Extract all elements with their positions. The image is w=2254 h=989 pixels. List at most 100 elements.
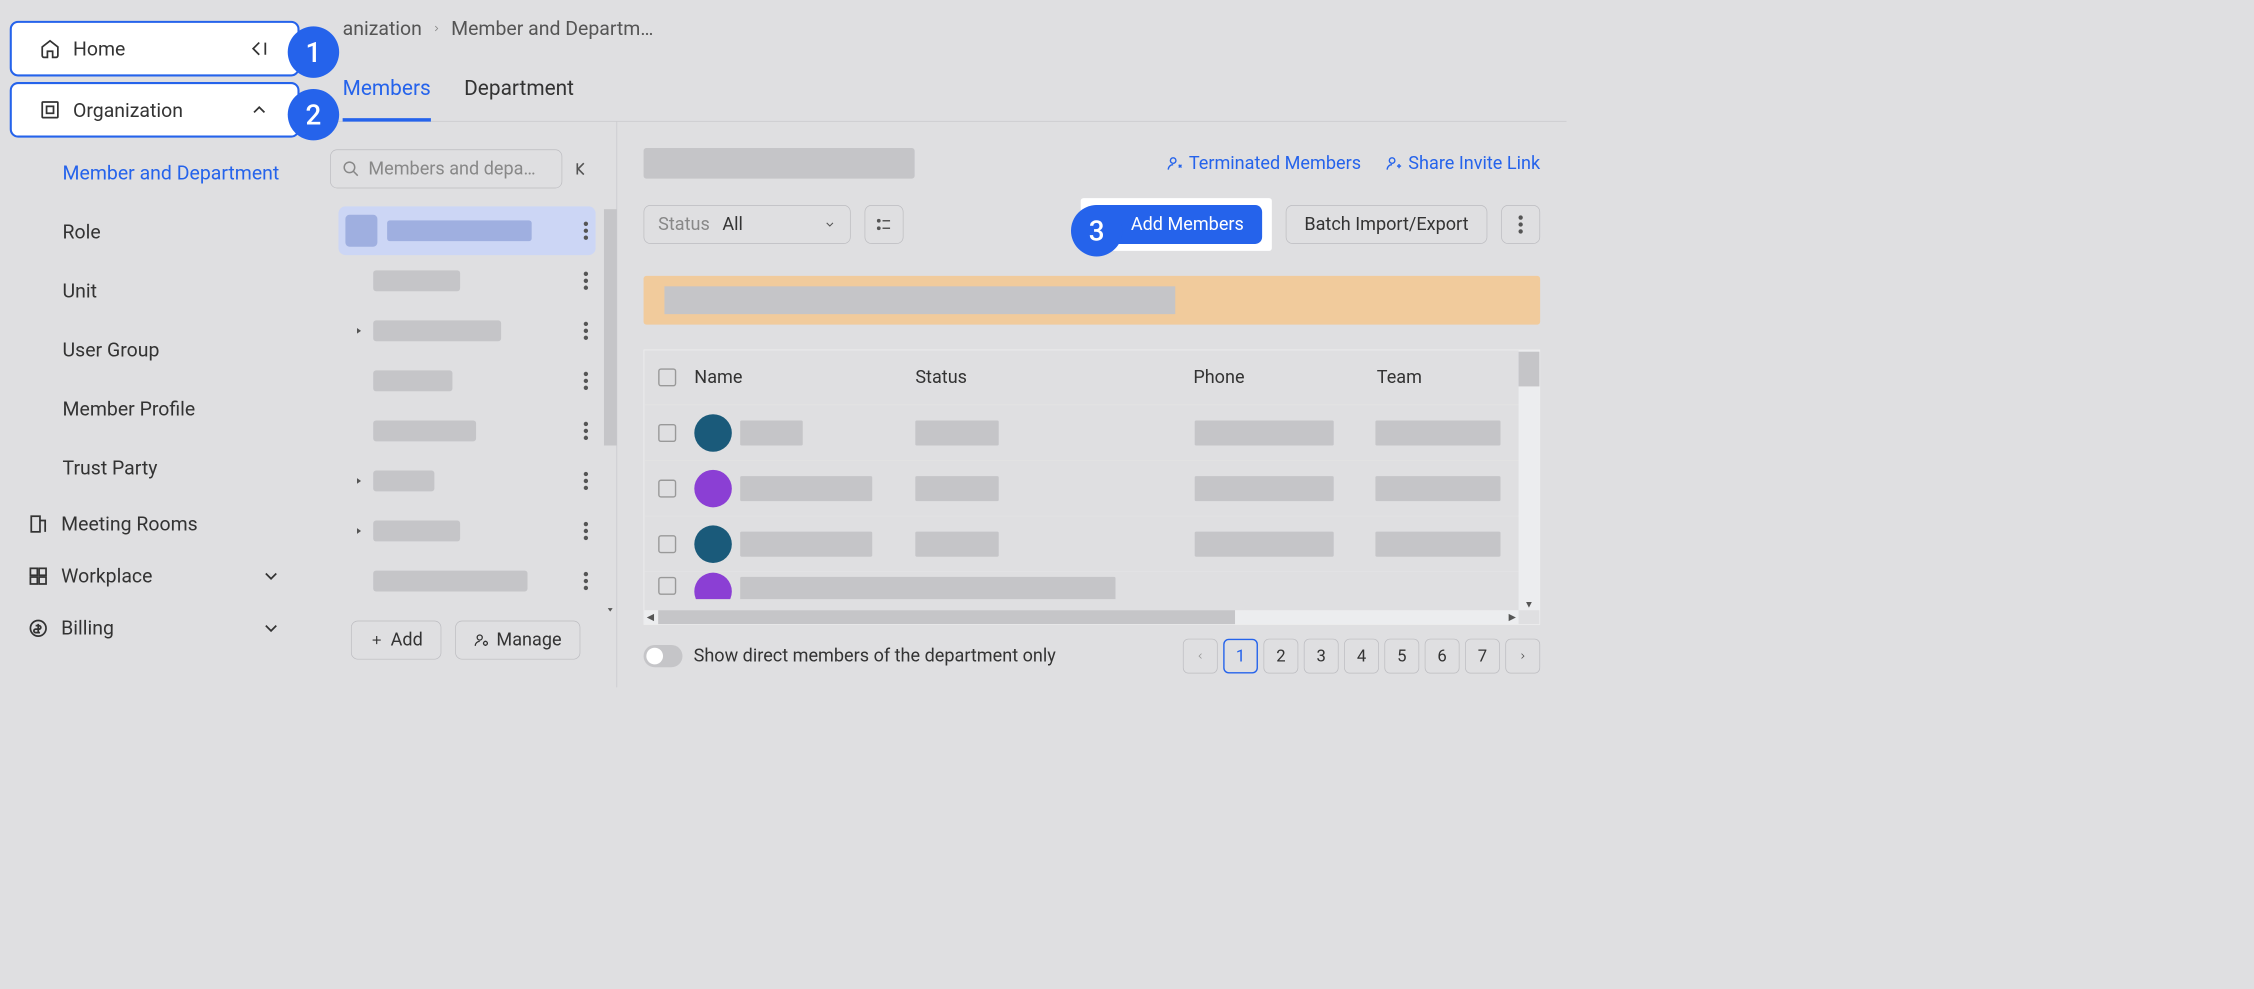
h-scrollbar-thumb[interactable] — [658, 610, 1235, 624]
search-icon — [342, 160, 360, 178]
dept-item[interactable] — [338, 507, 595, 556]
page-prev[interactable] — [1183, 639, 1218, 674]
page-button[interactable]: 4 — [1344, 639, 1379, 674]
view-toggle-button[interactable] — [865, 205, 904, 244]
workplace-icon — [28, 565, 49, 586]
avatar — [694, 414, 732, 452]
more-icon[interactable] — [583, 471, 589, 492]
page-button[interactable]: 3 — [1304, 639, 1339, 674]
manage-dept-button[interactable]: Manage — [455, 621, 580, 660]
dept-item[interactable] — [338, 457, 595, 506]
sidebar: Home Organization Member and Department … — [0, 0, 309, 687]
toggle-label: Show direct members of the department on… — [694, 646, 1056, 667]
row-checkbox[interactable] — [658, 535, 676, 553]
row-checkbox[interactable] — [658, 424, 676, 442]
row-checkbox[interactable] — [658, 577, 676, 595]
col-phone: Phone — [1193, 367, 1376, 388]
breadcrumb: anization Member and Departm… — [309, 0, 1566, 56]
share-invite-link[interactable]: Share Invite Link — [1386, 153, 1540, 174]
more-icon[interactable] — [583, 521, 589, 542]
department-panel: Members and depa… — [309, 122, 617, 688]
dept-avatar — [345, 215, 377, 247]
batch-import-export-button[interactable]: Batch Import/Export — [1286, 205, 1488, 244]
collapse-panel-icon[interactable] — [572, 149, 596, 188]
scroll-down-icon[interactable] — [606, 605, 614, 613]
direct-members-toggle[interactable] — [644, 645, 683, 667]
sidebar-sub-member-profile[interactable]: Member Profile — [0, 379, 309, 438]
user-x-icon — [1167, 155, 1184, 172]
row-checkbox[interactable] — [658, 479, 676, 497]
home-label: Home — [73, 37, 125, 60]
select-all-checkbox[interactable] — [658, 368, 676, 386]
breadcrumb-item[interactable]: anization — [343, 17, 422, 40]
page-button[interactable]: 5 — [1384, 639, 1419, 674]
table-row[interactable] — [644, 571, 1539, 599]
page-button[interactable]: 7 — [1465, 639, 1500, 674]
page-button[interactable]: 1 — [1223, 639, 1258, 674]
sidebar-sub-trust-party[interactable]: Trust Party — [0, 439, 309, 498]
user-plus-icon — [1386, 155, 1403, 172]
terminated-members-link[interactable]: Terminated Members — [1167, 153, 1361, 174]
more-icon[interactable] — [583, 420, 589, 441]
more-icon[interactable] — [583, 220, 589, 241]
page-button[interactable]: 2 — [1264, 639, 1299, 674]
main-area: anization Member and Departm… Members De… — [309, 0, 1566, 687]
caret-right-icon[interactable] — [354, 526, 364, 536]
sidebar-item-home[interactable]: Home — [10, 21, 300, 77]
more-icon[interactable] — [583, 370, 589, 391]
page-next[interactable] — [1505, 639, 1540, 674]
sidebar-item-workplace[interactable]: Workplace — [0, 550, 309, 602]
sidebar-sub-unit[interactable]: Unit — [0, 261, 309, 320]
search-input[interactable]: Members and depa… — [330, 149, 562, 188]
chevron-right-icon — [432, 23, 442, 33]
page-button[interactable]: 6 — [1425, 639, 1460, 674]
avatar — [694, 469, 732, 507]
collapse-left-icon[interactable] — [249, 38, 270, 59]
sidebar-item-organization[interactable]: Organization — [10, 82, 300, 138]
table-footer: Show direct members of the department on… — [644, 625, 1541, 688]
dept-item[interactable] — [338, 357, 595, 406]
caret-right-icon[interactable] — [354, 476, 364, 486]
home-icon — [40, 38, 61, 59]
caret-right-icon[interactable] — [354, 326, 364, 336]
dept-item[interactable] — [338, 306, 595, 355]
table-header: Name Status Phone Team — [644, 350, 1539, 404]
add-dept-button[interactable]: Add — [351, 621, 442, 660]
more-options-button[interactable] — [1501, 205, 1540, 244]
status-filter[interactable]: Status All — [644, 205, 851, 244]
col-name: Name — [694, 367, 915, 388]
table-row[interactable] — [644, 404, 1539, 460]
tabs: Members Department — [309, 56, 1566, 121]
chevron-down-icon — [261, 565, 282, 586]
avatar — [694, 572, 732, 599]
tab-department[interactable]: Department — [464, 56, 574, 121]
meeting-rooms-icon — [28, 513, 49, 534]
step-badge-3: 3 — [1071, 205, 1122, 256]
dept-item[interactable] — [338, 557, 595, 606]
tab-members[interactable]: Members — [343, 56, 431, 121]
dept-item[interactable] — [338, 407, 595, 456]
table-row[interactable] — [644, 460, 1539, 516]
members-table: ▼ Name Status Phone Team — [644, 350, 1541, 625]
billing-icon — [28, 618, 49, 639]
plus-icon — [370, 633, 384, 647]
breadcrumb-item: Member and Departm… — [451, 17, 653, 40]
more-icon[interactable] — [583, 270, 589, 291]
sidebar-sub-role[interactable]: Role — [0, 202, 309, 261]
h-scrollbar-track[interactable]: ◀ ▶ — [644, 610, 1518, 624]
department-tree — [309, 206, 616, 606]
chevron-down-icon — [824, 218, 837, 231]
table-row[interactable] — [644, 516, 1539, 572]
org-icon — [40, 99, 61, 120]
dept-title — [644, 148, 915, 179]
step-badge-1: 1 — [288, 26, 339, 77]
more-icon[interactable] — [583, 320, 589, 341]
sidebar-sub-member-dept[interactable]: Member and Department — [0, 143, 309, 202]
more-icon[interactable] — [583, 571, 589, 592]
dept-item[interactable] — [338, 256, 595, 305]
sidebar-item-billing[interactable]: Billing — [0, 602, 309, 654]
dept-scrollbar[interactable] — [604, 209, 617, 445]
sidebar-item-meeting-rooms[interactable]: Meeting Rooms — [0, 498, 309, 550]
dept-item[interactable] — [338, 206, 595, 255]
sidebar-sub-user-group[interactable]: User Group — [0, 320, 309, 379]
